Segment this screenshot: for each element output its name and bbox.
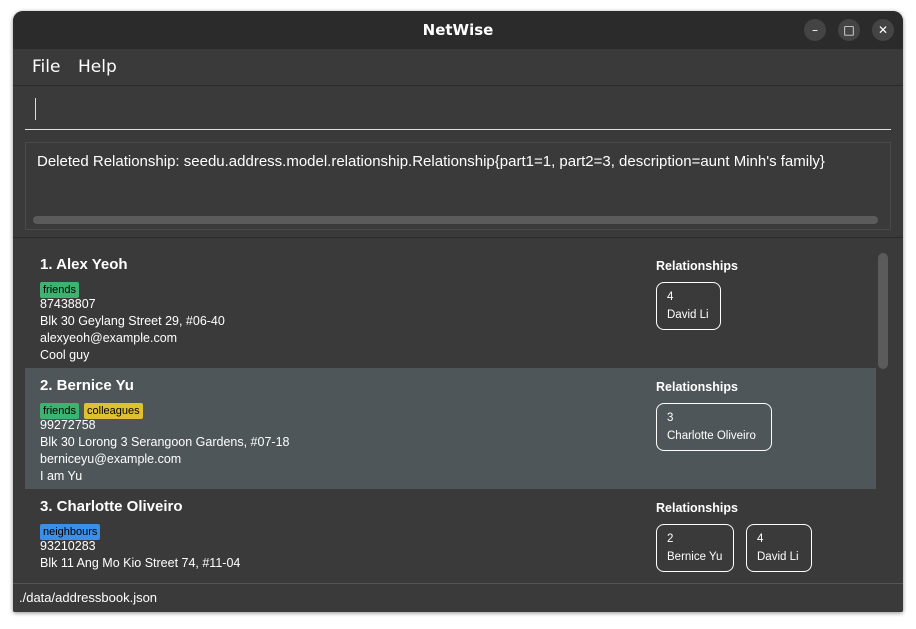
relationship-name: David Li [757, 551, 799, 563]
result-display: Deleted Relationship: seedu.address.mode… [25, 142, 891, 230]
relationship-chip[interactable]: 4 David Li [656, 282, 721, 330]
person-description: Cool guy [40, 348, 90, 362]
status-bar: ./data/addressbook.json [13, 583, 903, 612]
menu-file[interactable]: File [32, 57, 60, 77]
person-description: I am Yu [40, 469, 83, 483]
tag-badge: neighbours [40, 524, 101, 540]
result-text: Deleted Relationship: seedu.address.mode… [37, 153, 825, 170]
tag-list: friends colleagues [40, 399, 148, 419]
relationship-name: Bernice Yu [667, 551, 723, 563]
relationship-id: 3 [667, 412, 674, 424]
title-bar: NetWise – □ ✕ [13, 11, 903, 49]
relationship-chip[interactable]: 3 Charlotte Oliveiro [656, 403, 772, 451]
tag-badge: colleagues [84, 403, 143, 419]
person-email: berniceyu@example.com [40, 452, 182, 466]
person-phone: 99272758 [40, 418, 96, 432]
minimize-icon[interactable]: – [804, 19, 826, 41]
text-caret [35, 98, 36, 120]
close-icon[interactable]: ✕ [872, 19, 894, 41]
save-location: ./data/addressbook.json [19, 590, 158, 605]
person-address: Blk 30 Lorong 3 Serangoon Gardens, #07-1… [40, 435, 290, 449]
relationship-id: 2 [667, 533, 674, 545]
relationships-heading: Relationships [656, 501, 738, 515]
person-phone: 93210283 [40, 539, 96, 553]
person-name: 3. Charlotte Oliveiro [40, 498, 183, 515]
person-name: 1. Alex Yeoh [40, 256, 128, 273]
tag-badge: friends [40, 282, 80, 298]
window-title: NetWise [422, 21, 494, 39]
relationship-chip[interactable]: 4 David Li [746, 524, 812, 572]
command-input[interactable] [25, 89, 891, 130]
relationships-heading: Relationships [656, 259, 738, 273]
tag-list: neighbours [40, 520, 105, 540]
relationship-name: David Li [667, 309, 709, 321]
relationship-chip[interactable]: 2 Bernice Yu [656, 524, 734, 572]
person-list: 1. Alex Yeoh friends 87438807 Blk 30 Geylan… [13, 237, 903, 610]
person-email: alexyeoh@example.com [40, 331, 178, 345]
tag-list: friends [40, 278, 84, 298]
person-name: 2. Bernice Yu [40, 377, 134, 394]
relationship-id: 4 [757, 533, 764, 545]
relationship-name: Charlotte Oliveiro [667, 430, 756, 442]
relationships-heading: Relationships [656, 380, 738, 394]
relationship-id: 4 [667, 291, 674, 303]
horizontal-scrollbar[interactable] [33, 216, 878, 224]
maximize-icon[interactable]: □ [838, 19, 860, 41]
person-card[interactable]: 2. Bernice Yu friends colleagues 99272758 Bl… [25, 368, 876, 489]
person-card[interactable]: 1. Alex Yeoh friends 87438807 Blk 30 Geylan… [25, 247, 876, 368]
tag-badge: friends [40, 403, 80, 419]
app-window: NetWise – □ ✕ File Help Deleted Relation… [13, 11, 903, 612]
person-phone: 87438807 [40, 297, 96, 311]
vertical-scrollbar[interactable] [878, 253, 888, 369]
person-address: Blk 11 Ang Mo Kio Street 74, #11-04 [40, 556, 241, 570]
person-address: Blk 30 Geylang Street 29, #06-40 [40, 314, 225, 328]
menu-help[interactable]: Help [78, 57, 117, 77]
menu-bar: File Help [13, 49, 903, 86]
